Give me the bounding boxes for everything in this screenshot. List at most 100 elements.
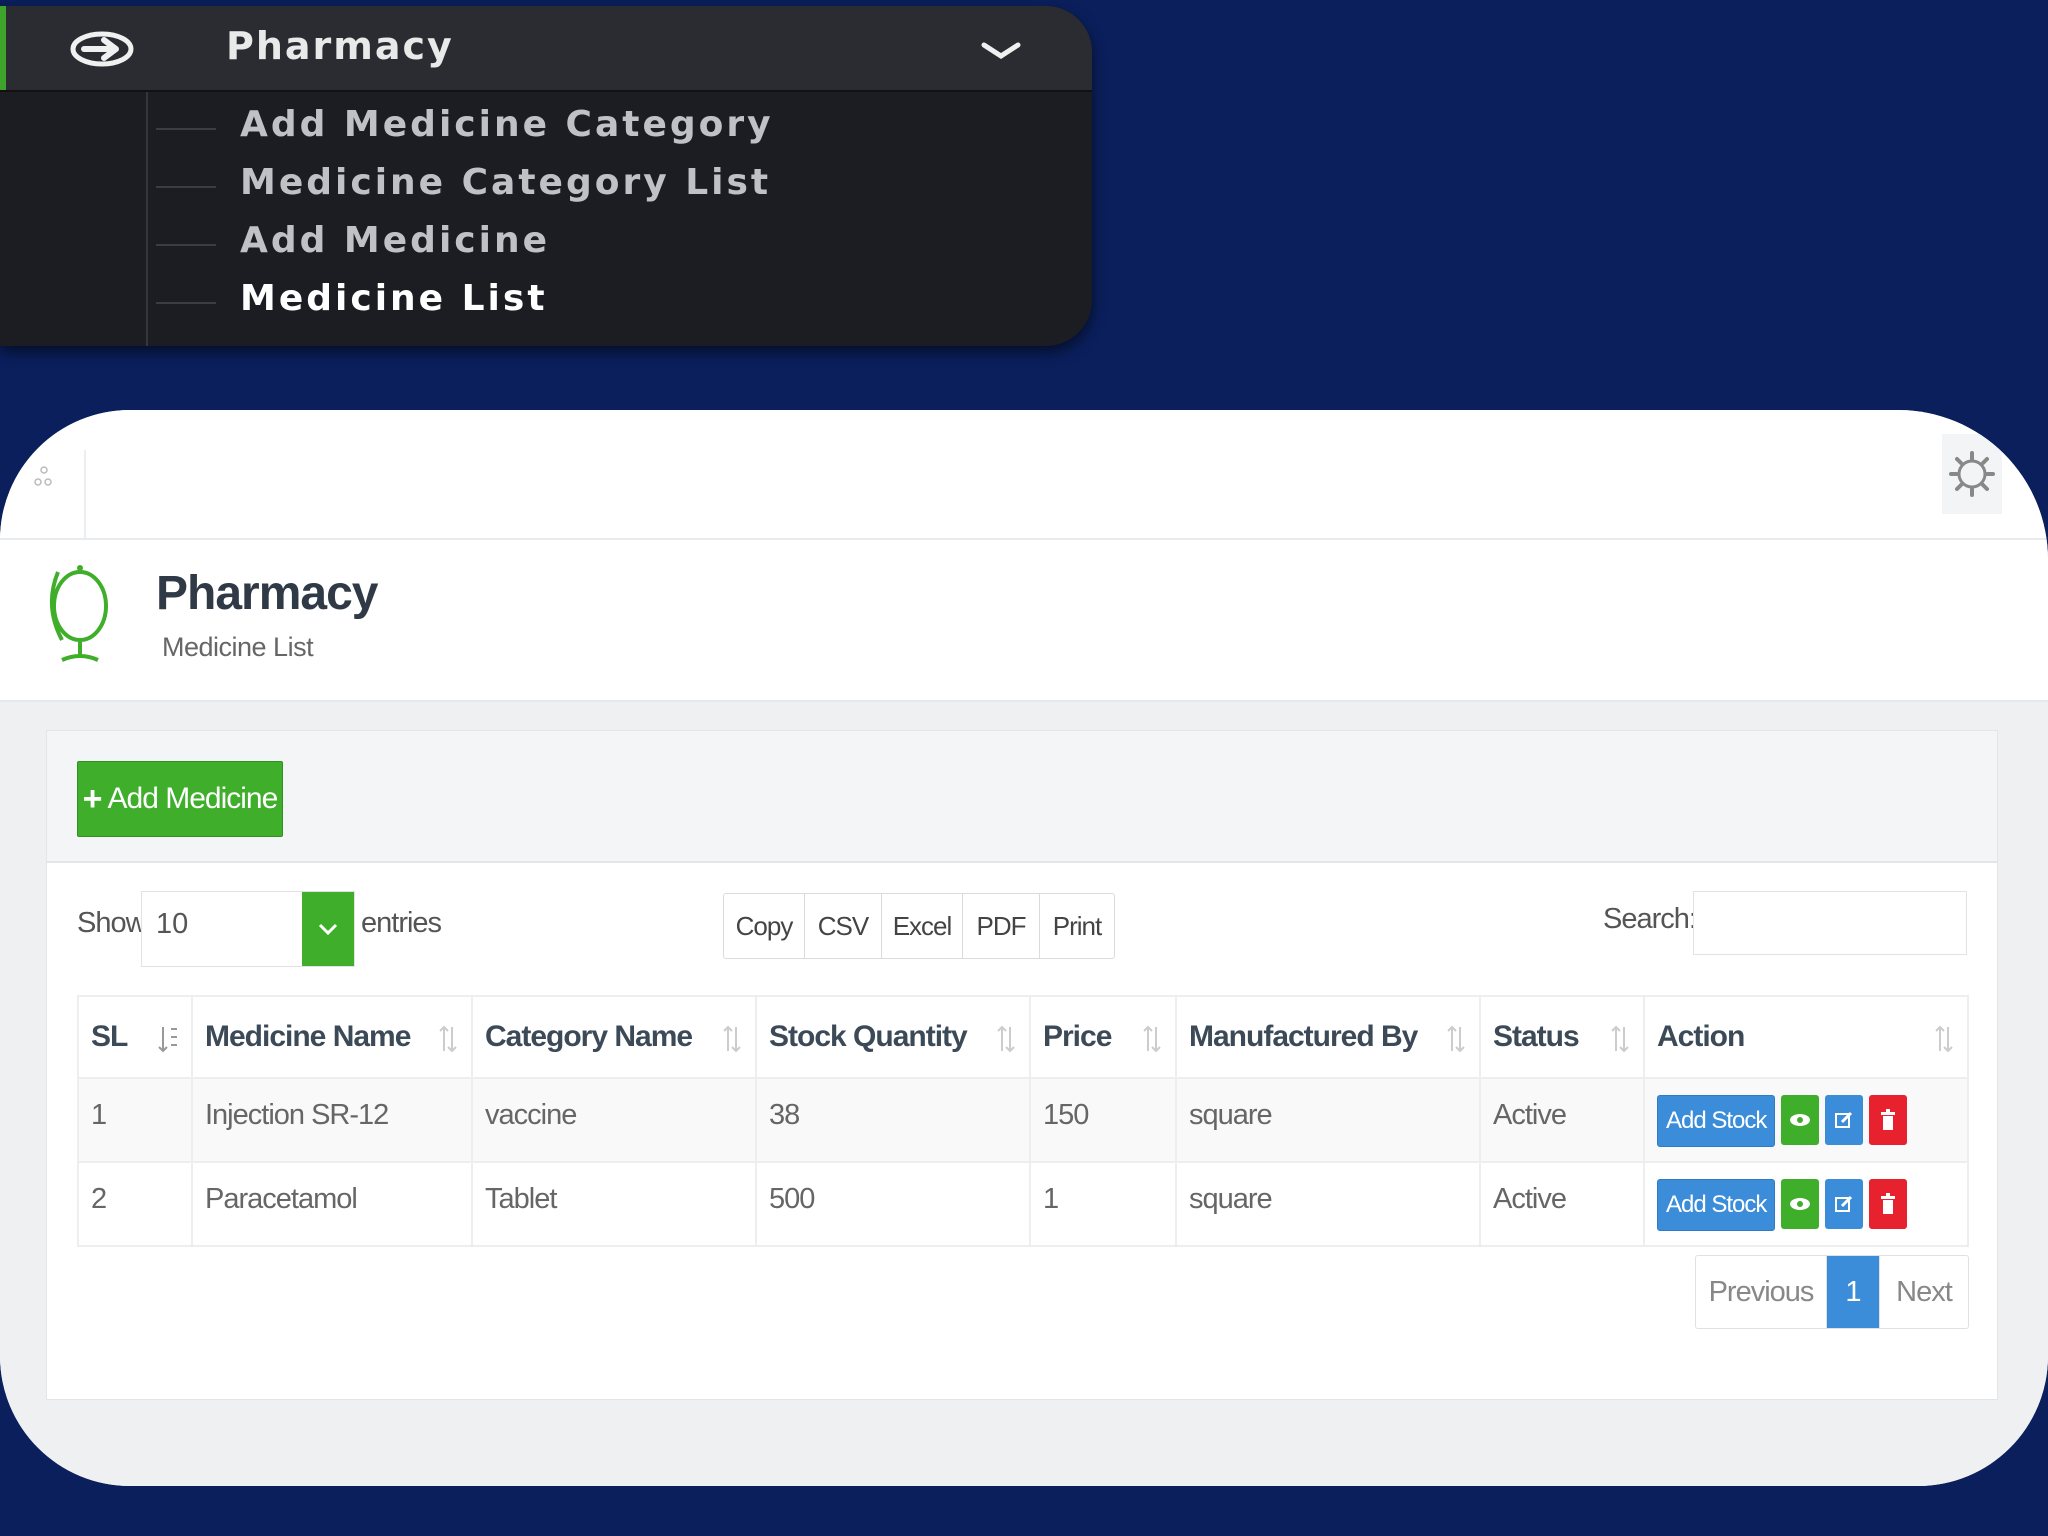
previous-page-button[interactable]: Previous bbox=[1696, 1256, 1827, 1328]
navbar-divider bbox=[84, 450, 86, 538]
sidebar-item-label: Add Medicine Category bbox=[240, 104, 774, 145]
eye-icon bbox=[1790, 1198, 1811, 1210]
export-buttons: Copy CSV Excel PDF Print bbox=[723, 893, 1115, 959]
cell-category-name: vaccine bbox=[471, 1077, 757, 1163]
cell-medicine-name: Injection SR-12 bbox=[191, 1077, 473, 1163]
column-header-manufactured-by[interactable]: Manufactured By bbox=[1175, 995, 1481, 1079]
column-header-status[interactable]: Status bbox=[1479, 995, 1645, 1079]
add-medicine-label: Add Medicine bbox=[107, 782, 279, 815]
tree-dash bbox=[156, 302, 216, 304]
edit-button[interactable] bbox=[1825, 1095, 1864, 1145]
sort-icon bbox=[997, 1025, 1015, 1053]
globe-icon bbox=[49, 565, 108, 662]
next-page-button[interactable]: Next bbox=[1879, 1256, 1968, 1328]
add-medicine-button[interactable]: + Add Medicine bbox=[77, 761, 283, 837]
main-card: Pharmacy Medicine List + Add Medicine Sh… bbox=[0, 410, 2048, 1486]
column-header-price[interactable]: Price bbox=[1029, 995, 1177, 1079]
page-length-value: 10 bbox=[156, 908, 189, 940]
csv-button[interactable]: CSV bbox=[805, 894, 882, 958]
table-row: 1 Injection SR-12 vaccine 38 150 square … bbox=[77, 1077, 1969, 1163]
sidebar-item-add-medicine[interactable]: Add Medicine bbox=[0, 212, 1092, 270]
excel-button[interactable]: Excel bbox=[882, 894, 963, 958]
view-button[interactable] bbox=[1781, 1095, 1820, 1145]
cell-price: 150 bbox=[1029, 1077, 1177, 1163]
content-area: + Add Medicine Show 10 entries Copy CSV … bbox=[0, 702, 2048, 1486]
table-row: 2 Paracetamol Tablet 500 1 square Active… bbox=[77, 1161, 1969, 1247]
sidebar-item-medicine-list[interactable]: Medicine List bbox=[0, 270, 1092, 328]
box-header: + Add Medicine bbox=[47, 731, 1997, 863]
page-header: Pharmacy Medicine List bbox=[0, 540, 2048, 702]
medicine-list-box: + Add Medicine Show 10 entries Copy CSV … bbox=[46, 730, 1998, 1400]
select-arrow[interactable] bbox=[302, 892, 354, 966]
cell-stock-quantity: 38 bbox=[755, 1077, 1031, 1163]
column-header-medicine-name[interactable]: Medicine Name bbox=[191, 995, 473, 1079]
cell-manufactured-by: square bbox=[1175, 1161, 1481, 1247]
page-length-select[interactable]: 10 bbox=[141, 891, 355, 967]
gear-icon bbox=[1949, 451, 1995, 497]
sidebar-item-label: Add Medicine bbox=[240, 220, 551, 261]
sidebar-menu: Pharmacy Add Medicine Category Medicine … bbox=[0, 6, 1092, 346]
column-header-category-name[interactable]: Category Name bbox=[471, 995, 757, 1079]
row-actions: Add Stock bbox=[1657, 1095, 1955, 1147]
pdf-button[interactable]: PDF bbox=[963, 894, 1040, 958]
column-header-action[interactable]: Action bbox=[1643, 995, 1969, 1079]
add-stock-button[interactable]: Add Stock bbox=[1657, 1179, 1776, 1231]
column-header-stock-quantity[interactable]: Stock Quantity bbox=[755, 995, 1031, 1079]
cell-price: 1 bbox=[1029, 1161, 1177, 1247]
sidebar-item-label: Medicine List bbox=[240, 278, 548, 319]
plus-icon: + bbox=[82, 779, 103, 818]
cell-sl: 1 bbox=[77, 1077, 193, 1163]
view-button[interactable] bbox=[1781, 1179, 1820, 1229]
menu-toggle-icon[interactable] bbox=[30, 462, 60, 502]
cell-action: Add Stock bbox=[1643, 1077, 1969, 1163]
tree-dash bbox=[156, 128, 216, 130]
tree-dash bbox=[156, 186, 216, 188]
row-actions: Add Stock bbox=[1657, 1179, 1955, 1231]
sidebar-section-title: Pharmacy bbox=[226, 24, 454, 68]
entries-label: entries bbox=[361, 907, 442, 939]
sidebar-section-pharmacy[interactable]: Pharmacy bbox=[0, 6, 1092, 92]
edit-button[interactable] bbox=[1825, 1179, 1864, 1229]
eye-icon bbox=[1790, 1114, 1811, 1126]
cell-sl: 2 bbox=[77, 1161, 193, 1247]
trash-icon bbox=[1881, 1109, 1896, 1130]
delete-button[interactable] bbox=[1869, 1095, 1908, 1145]
chevron-down-icon[interactable] bbox=[980, 40, 1022, 62]
cell-medicine-name: Paracetamol bbox=[191, 1161, 473, 1247]
page-subtitle: Medicine List bbox=[162, 632, 314, 662]
tree-dash bbox=[156, 244, 216, 246]
copy-button[interactable]: Copy bbox=[724, 894, 805, 958]
sort-icon bbox=[1935, 1025, 1953, 1053]
active-indicator bbox=[0, 6, 6, 90]
trash-icon bbox=[1881, 1193, 1896, 1214]
sort-icon bbox=[1143, 1025, 1161, 1053]
delete-button[interactable] bbox=[1869, 1179, 1908, 1229]
show-label: Show bbox=[77, 907, 147, 939]
sidebar-item-add-medicine-category[interactable]: Add Medicine Category bbox=[0, 96, 1092, 154]
sidebar-submenu: Add Medicine Category Medicine Category … bbox=[0, 96, 1092, 328]
edit-icon bbox=[1835, 1111, 1853, 1128]
table-header-row: SL Medicine Name Category Name Stock Qua… bbox=[77, 995, 1969, 1079]
column-header-sl[interactable]: SL bbox=[77, 995, 193, 1079]
sort-icon bbox=[723, 1025, 741, 1053]
cell-stock-quantity: 500 bbox=[755, 1161, 1031, 1247]
page-title: Pharmacy bbox=[156, 567, 378, 620]
arrow-right-circle-icon bbox=[70, 31, 134, 67]
pagination: Previous 1 Next bbox=[1695, 1255, 1969, 1329]
cell-status: Active bbox=[1479, 1077, 1645, 1163]
search-input[interactable] bbox=[1693, 891, 1967, 955]
sort-icon bbox=[1611, 1025, 1629, 1053]
sort-icon bbox=[439, 1025, 457, 1053]
chevron-down-icon bbox=[318, 923, 338, 936]
sidebar-item-label: Medicine Category List bbox=[240, 162, 772, 203]
print-button[interactable]: Print bbox=[1040, 894, 1114, 958]
sort-icon bbox=[1447, 1025, 1465, 1053]
page-1-button[interactable]: 1 bbox=[1827, 1256, 1879, 1328]
search-label: Search: bbox=[1603, 903, 1697, 935]
edit-icon bbox=[1835, 1195, 1853, 1212]
top-navbar bbox=[0, 410, 2048, 540]
add-stock-button[interactable]: Add Stock bbox=[1657, 1095, 1776, 1147]
sidebar-item-medicine-category-list[interactable]: Medicine Category List bbox=[0, 154, 1092, 212]
settings-button[interactable] bbox=[1942, 434, 2002, 514]
cell-manufactured-by: square bbox=[1175, 1077, 1481, 1163]
